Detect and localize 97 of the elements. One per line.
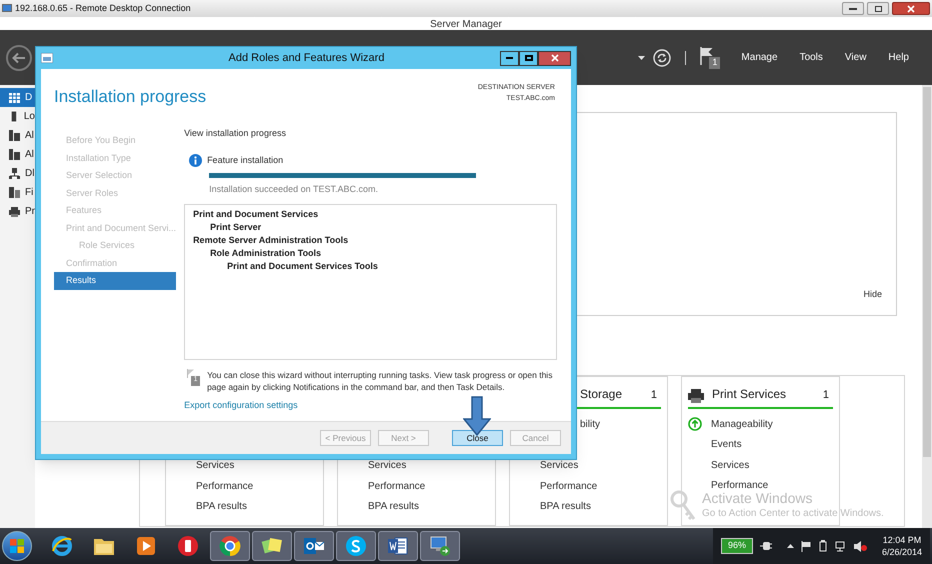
menu-item[interactable]: View — [836, 50, 876, 65]
back-button[interactable] — [6, 44, 32, 70]
close-icon — [550, 54, 558, 62]
refresh-icon[interactable] — [653, 48, 672, 66]
nav-item[interactable]: Dl — [0, 164, 35, 183]
app-title: Server Manager — [430, 19, 502, 30]
tile-count: 1 — [650, 388, 658, 402]
tile-item[interactable]: Services — [711, 458, 750, 473]
menu-item[interactable]: Manage — [732, 50, 787, 65]
plug-icon — [760, 541, 772, 551]
tile-item[interactable]: BPA results — [540, 499, 591, 514]
tile-item[interactable]: Services — [540, 458, 578, 474]
tile-item[interactable]: Manageability — [711, 416, 773, 432]
network-icon — [9, 168, 20, 179]
chrome-icon — [219, 535, 241, 557]
nav-item[interactable]: Al — [0, 145, 35, 164]
result-item: Print and Document Services — [193, 208, 318, 220]
window-title: 192.168.0.65 - Remote Desktop Connection — [15, 2, 191, 15]
taskbar-app[interactable] — [378, 531, 418, 561]
windows-logo-icon — [10, 539, 24, 553]
mail-icon — [303, 536, 325, 556]
nav-item[interactable]: Lo — [0, 107, 35, 126]
status-message: Installation succeeded on TEST.ABC.com. — [209, 183, 379, 196]
flag-icon[interactable] — [700, 46, 714, 64]
result-item: Print and Document Services Tools — [227, 260, 378, 272]
clock-time[interactable]: 12:04 PM — [882, 534, 922, 546]
info-icon — [189, 154, 202, 167]
folder-icon — [93, 536, 115, 556]
maximize-button[interactable] — [519, 50, 538, 66]
menu-item[interactable]: Tools — [790, 50, 832, 65]
status-title: Feature installation — [207, 154, 284, 166]
skype-icon — [345, 535, 367, 557]
document-icon — [387, 536, 409, 556]
close-button[interactable] — [892, 2, 930, 15]
wizard-title: Add Roles and Features Wizard — [228, 50, 386, 66]
nav-item[interactable]: Fi — [0, 183, 35, 202]
tile-title: Storage — [580, 386, 622, 403]
close-icon — [907, 4, 915, 12]
servers-icon — [9, 149, 20, 160]
battery-indicator: 96% — [720, 538, 753, 554]
tile-item[interactable]: BPA results — [368, 499, 419, 514]
back-arrow-icon — [12, 52, 26, 64]
monitor-icon — [2, 4, 12, 14]
nav-item[interactable]: Al — [0, 126, 35, 145]
down-arrow-icon — [463, 396, 491, 436]
activation-message: Go to Action Center to activate Windows. — [702, 507, 884, 521]
play-icon — [136, 536, 156, 556]
notification-badge: 1 — [709, 56, 720, 68]
printer-icon — [688, 389, 704, 403]
nav-item[interactable]: Pr — [0, 202, 35, 221]
nav-item[interactable]: D — [0, 88, 35, 107]
section-label: View installation progress — [184, 127, 287, 140]
taskbar-app[interactable] — [336, 531, 376, 561]
taskbar-app[interactable] — [294, 531, 334, 561]
page-title: Installation progress — [54, 87, 206, 107]
start-button[interactable] — [2, 531, 32, 561]
tile-item[interactable]: Events — [711, 437, 742, 452]
speaker-muted-icon[interactable] — [854, 540, 867, 552]
menu-item[interactable]: Help — [879, 50, 918, 65]
flag-icon[interactable] — [800, 540, 811, 552]
printer-icon — [9, 206, 20, 216]
files-icon — [9, 187, 20, 198]
hide-link[interactable]: Hide — [863, 288, 882, 301]
monitor-icon — [429, 535, 451, 557]
clock-date[interactable]: 6/26/2014 — [882, 546, 922, 558]
wizard-button[interactable]: Close — [452, 430, 503, 446]
taskbar-app[interactable] — [210, 531, 250, 561]
minimize-button[interactable] — [842, 2, 864, 15]
servers-icon — [9, 130, 20, 141]
note-text: You can close this wizard without interrupting running tasks. View task progress or open this page again by clicking Notifications in the command bar, and then Task Details. — [207, 368, 554, 392]
tile-item[interactable]: Performance — [196, 478, 254, 494]
wizard-app-icon — [41, 53, 53, 63]
notes-icon — [261, 536, 283, 556]
export-link[interactable]: Export configuration settings — [184, 398, 298, 412]
result-item: Remote Server Administration Tools — [193, 234, 348, 246]
globe-e-icon — [51, 535, 73, 557]
network-icon[interactable] — [834, 540, 847, 552]
tile-item[interactable]: Services — [196, 458, 234, 474]
close-button[interactable] — [538, 50, 571, 66]
tile-title: Print Services — [712, 386, 786, 403]
app-icon — [177, 535, 199, 557]
server-icon — [9, 111, 19, 122]
result-item: Role Administration Tools — [210, 246, 322, 260]
flag-icon — [187, 368, 196, 378]
maximize-button[interactable] — [867, 2, 889, 15]
caret-icon — [638, 56, 646, 60]
wizard-step[interactable]: Results — [54, 272, 176, 290]
tile-count: 1 — [822, 388, 830, 402]
tile-item[interactable]: BPA results — [196, 499, 247, 514]
minimize-button[interactable] — [500, 50, 519, 66]
caret-up-icon[interactable] — [786, 544, 794, 548]
result-item: Print Server — [210, 220, 262, 234]
tile-item[interactable]: Services — [368, 458, 406, 474]
grid-icon — [9, 92, 20, 102]
tile-item[interactable]: bility — [580, 416, 600, 432]
tile-item[interactable]: Performance — [368, 478, 426, 494]
tile-item[interactable]: Performance — [540, 478, 598, 494]
